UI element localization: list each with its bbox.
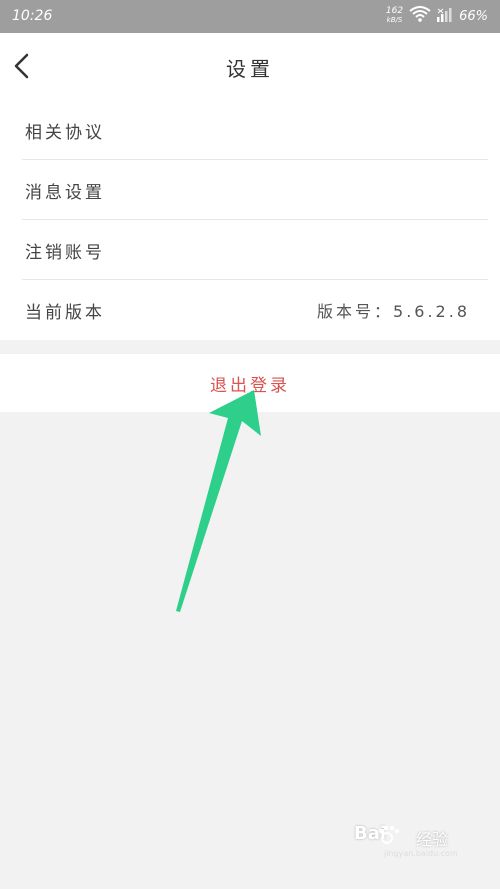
menu-item-cancel-account[interactable]: 注销账号 <box>0 220 500 280</box>
logout-label: 退出登录 <box>210 375 290 396</box>
menu-item-label: 注销账号 <box>25 242 105 263</box>
menu-item-current-version[interactable]: 当前版本 版本号：5.6.2.8 <box>0 280 500 340</box>
status-bar: 10:26 162 kB/S 66% <box>0 0 500 33</box>
watermark-jingyan: 经验 <box>416 830 449 849</box>
network-speed: 162 kB/S <box>386 7 403 25</box>
status-time: 10:26 <box>12 8 53 24</box>
status-indicators: 162 kB/S 66% <box>386 5 488 27</box>
logout-button[interactable]: 退出登录 <box>0 354 500 412</box>
network-speed-unit: kB/S <box>386 16 403 24</box>
page-title: 设置 <box>226 57 274 81</box>
wifi-icon <box>409 6 431 26</box>
nav-bar: 设置 <box>0 33 500 100</box>
menu-item-label: 相关协议 <box>25 122 105 143</box>
menu-item-label: 当前版本 <box>25 302 105 323</box>
watermark-url: jingyan.baidu.com <box>384 849 458 858</box>
menu-item-label: 消息设置 <box>25 182 105 203</box>
settings-menu: 相关协议 消息设置 注销账号 当前版本 版本号：5.6.2.8 <box>0 100 500 340</box>
battery-percentage: 66% <box>459 8 488 24</box>
menu-item-message-settings[interactable]: 消息设置 <box>0 160 500 220</box>
paw-icon <box>376 825 404 851</box>
signal-icon <box>437 7 453 26</box>
version-number: 版本号：5.6.2.8 <box>317 302 470 321</box>
network-speed-value: 162 <box>385 6 404 16</box>
menu-item-agreements[interactable]: 相关协议 <box>0 100 500 160</box>
baidu-jingyan-watermark: Bai 经验 jingyan.baidu.com <box>354 823 474 867</box>
